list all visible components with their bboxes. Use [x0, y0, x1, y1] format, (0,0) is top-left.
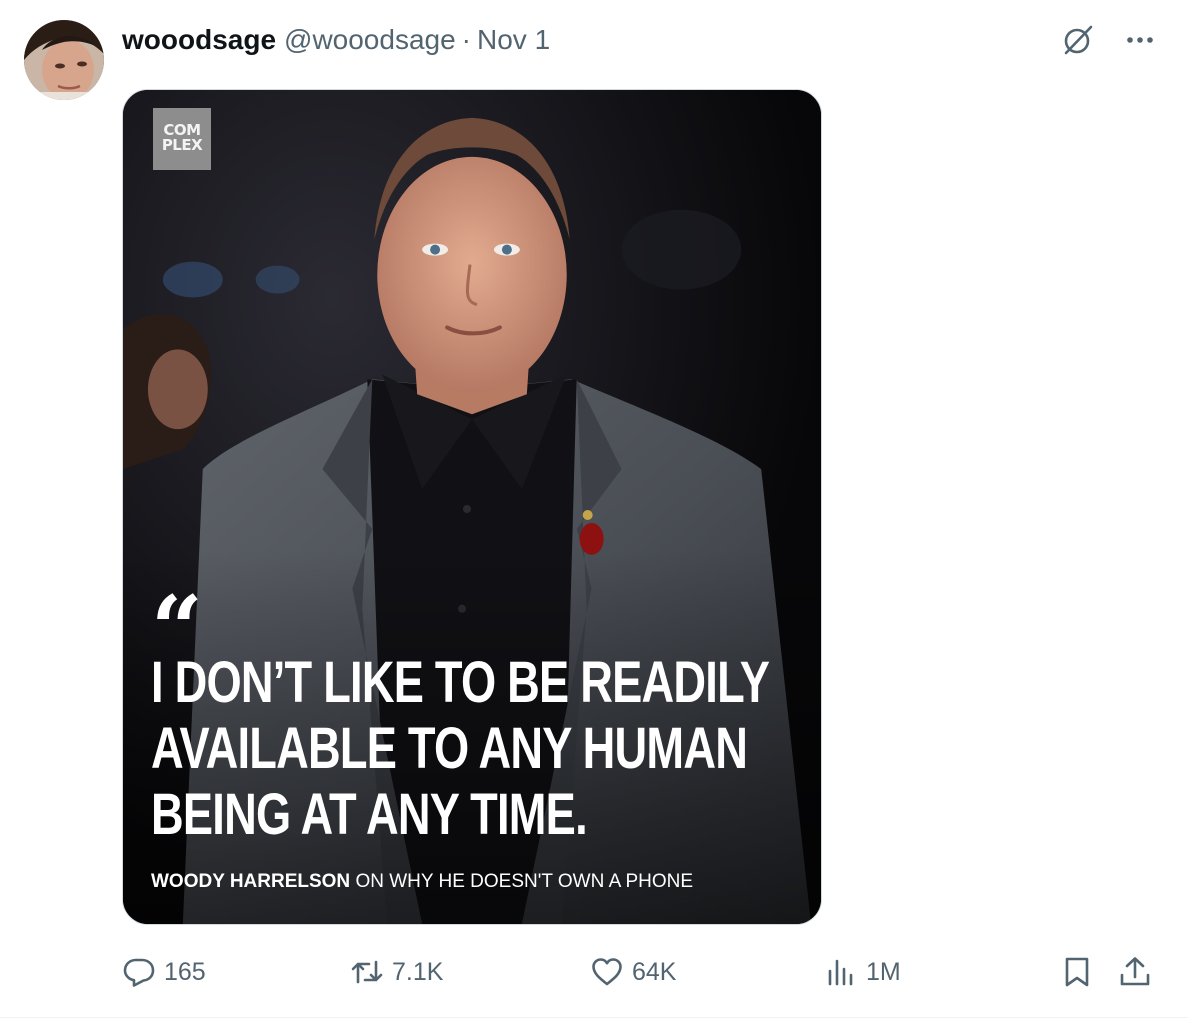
grok-icon	[1064, 25, 1093, 55]
views-button[interactable]: 1M	[824, 948, 901, 996]
tweet-actions: 165 7.1K 64K 1M	[122, 948, 1162, 996]
avatar[interactable]	[24, 20, 104, 100]
display-name[interactable]: wooodsage	[122, 22, 276, 58]
reply-count: 165	[164, 957, 206, 986]
tweet[interactable]: wooodsage @wooodsage · Nov 1 COM PLEX “ …	[0, 0, 1188, 1020]
bookmark-icon	[1065, 957, 1089, 987]
more-icon	[1127, 37, 1153, 43]
complex-logo: COM PLEX	[153, 108, 211, 170]
reply-button[interactable]: 165	[122, 948, 206, 996]
more-button[interactable]	[1122, 22, 1158, 58]
tweet-date[interactable]: Nov 1	[477, 22, 550, 58]
tweet-top-actions	[1060, 22, 1158, 58]
quote-line: BEING AT ANY TIME.	[151, 782, 588, 847]
attribution-name: WOODY HARRELSON	[151, 871, 351, 892]
views-count: 1M	[866, 957, 901, 986]
quote-text: I DON’T LIKE TO BE READILY AVAILABLE TO …	[151, 650, 806, 848]
repost-button[interactable]: 7.1K	[350, 948, 443, 996]
quote-line: I DON’T LIKE TO BE READILY	[151, 650, 770, 715]
quote-attribution: WOODY HARRELSON ON WHY HE DOESN'T OWN A …	[151, 870, 693, 894]
divider	[0, 1017, 1188, 1018]
tweet-media[interactable]: COM PLEX “ I DON’T LIKE TO BE READILY AV…	[122, 89, 822, 925]
tweet-header: wooodsage @wooodsage · Nov 1	[122, 22, 550, 58]
separator: ·	[461, 24, 471, 55]
logo-line: PLEX	[161, 136, 203, 154]
avatar-photo	[24, 20, 104, 100]
like-icon	[592, 958, 622, 986]
views-icon	[828, 959, 853, 986]
quote-line: AVAILABLE TO ANY HUMAN	[151, 716, 748, 781]
attribution-rest: ON WHY HE DOESN'T OWN A PHONE	[350, 871, 694, 892]
share-icon	[1120, 957, 1150, 986]
like-button[interactable]: 64K	[590, 948, 676, 996]
bookmark-button[interactable]	[1060, 948, 1094, 996]
reply-icon	[123, 958, 155, 987]
like-count: 64K	[632, 957, 677, 986]
share-button[interactable]	[1118, 948, 1152, 996]
grok-button[interactable]	[1060, 22, 1096, 58]
repost-icon	[351, 960, 383, 984]
repost-count: 7.1K	[392, 957, 444, 986]
handle[interactable]: @wooodsage	[284, 22, 456, 58]
